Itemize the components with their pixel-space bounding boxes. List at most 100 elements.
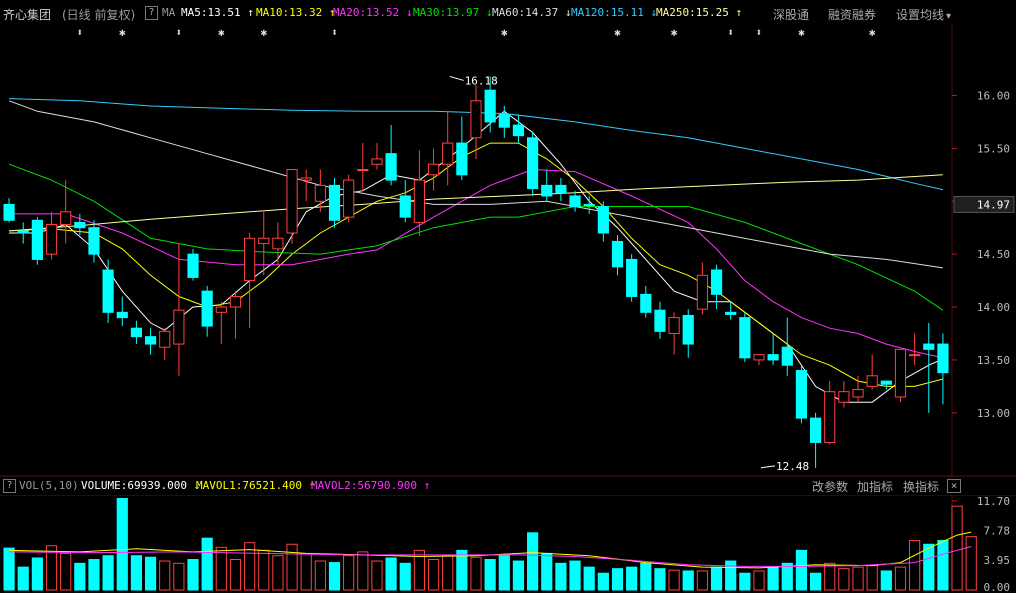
candle (173, 243, 185, 376)
ma20-arrow-icon: ↓ (405, 6, 413, 19)
volume-bar (300, 552, 312, 591)
volume-bar (781, 562, 793, 591)
volume-bar (795, 549, 808, 591)
volume-bar (31, 557, 43, 591)
candle (130, 320, 143, 345)
candle (357, 143, 369, 191)
candle-body (626, 258, 638, 297)
volume-bar (866, 565, 878, 591)
margin-trading-button[interactable]: 融资融券 (828, 6, 876, 23)
candle (442, 111, 454, 186)
candle-body (696, 274, 708, 310)
candle-body (215, 306, 227, 313)
volume-bar (541, 552, 553, 591)
volume-bar (852, 566, 864, 591)
volume-bar (314, 560, 326, 591)
candle (923, 322, 935, 413)
event-split-icon: ⬍ (727, 26, 734, 39)
volume-tick-label: 0.00 (984, 581, 1011, 593)
period-label[interactable]: (日线 前复权) (62, 6, 135, 23)
candle (824, 381, 836, 445)
event-split-icon: ⬍ (176, 26, 183, 39)
volume-bar (626, 566, 638, 591)
volume-tick-label: 11.70 (977, 495, 1010, 508)
candle (272, 222, 284, 265)
ma5-arrow-icon: ↑ (247, 6, 254, 19)
switch-indicator-button[interactable]: 换指标 (903, 478, 939, 495)
candle (696, 262, 708, 315)
candle-body (427, 163, 440, 176)
candle-body (88, 227, 100, 255)
add-indicator-button[interactable]: 加指标 (857, 478, 893, 495)
candle-body (343, 179, 355, 218)
candle (88, 220, 100, 263)
candle-body (512, 124, 525, 137)
volume-bar (130, 555, 143, 591)
volume-value: VOLUME:69939.000 ↓ (81, 479, 201, 492)
help-icon[interactable]: ? (145, 6, 158, 20)
candle (583, 195, 595, 214)
candle (258, 209, 270, 276)
candle (343, 174, 355, 223)
candle (371, 143, 383, 170)
event-star-icon: ✱ (614, 26, 621, 39)
candle (399, 180, 411, 223)
volume-bar (880, 570, 892, 591)
candle (626, 254, 638, 302)
candle (597, 201, 609, 242)
volume-chart[interactable]: 11.70 7.78 3.95 0.00 (0, 495, 1016, 593)
stock-name[interactable]: 齐心集团 (3, 6, 51, 23)
price-chart[interactable]: 16.0015.5015.0014.5014.0013.5013.0014.97… (0, 24, 1016, 477)
candle (45, 211, 58, 260)
volume-bar (173, 562, 185, 591)
volume-bar (88, 559, 100, 591)
close-icon[interactable]: × (947, 479, 961, 493)
volume-bar (739, 572, 751, 591)
ma-settings-button[interactable]: 设置均线 ▾ (896, 6, 951, 23)
candle-body (909, 354, 921, 357)
candle-body (852, 389, 864, 398)
candle-body (470, 100, 482, 139)
volume-bar (371, 560, 383, 591)
candle (17, 222, 29, 244)
event-star-icon: ✱ (119, 26, 126, 39)
volume-bar (710, 566, 723, 591)
volume-bar (144, 556, 157, 591)
volume-header: ? VOL(5,10) VOLUME:69939.000 ↓ MAVOL1:76… (0, 477, 1016, 495)
edit-params-button[interactable]: 改参数 (812, 478, 848, 495)
candle (611, 235, 624, 276)
event-star-icon: ✱ (671, 26, 678, 39)
ma10-value: MA10:13.32 ↑ (256, 6, 336, 19)
volume-bar (498, 555, 510, 591)
event-star-icon: ✱ (260, 26, 267, 39)
candle-body (272, 237, 284, 250)
candle-body (187, 253, 199, 278)
volume-bar (60, 552, 72, 591)
volume-bar (215, 546, 227, 591)
candle (654, 301, 666, 339)
volume-bar (343, 555, 355, 591)
volume-bar (951, 505, 963, 591)
candle-body (753, 354, 765, 361)
price-tick-label: 13.00 (977, 407, 1010, 420)
volume-bar (696, 570, 708, 591)
candle-body (527, 137, 539, 190)
event-split-icon: ⬍ (77, 26, 84, 39)
volume-bar (427, 559, 440, 591)
volume-bar (484, 559, 496, 591)
annotation-label: 16.18 (465, 74, 498, 87)
candle (116, 296, 128, 327)
event-star-icon: ✱ (869, 26, 876, 39)
volume-help-icon[interactable]: ? (3, 479, 16, 493)
ma20-line (9, 168, 944, 359)
candle-body (130, 327, 143, 338)
candle-body (159, 330, 171, 348)
candle-body (498, 114, 510, 128)
volume-bar (258, 549, 270, 591)
volume-bar (767, 566, 779, 591)
candle-body (300, 177, 312, 181)
candle-body (371, 158, 383, 165)
chevron-down-icon: ▾ (946, 11, 952, 22)
mavol2-arrow-icon: ↑ (423, 479, 431, 492)
shenzhen-connect-button[interactable]: 深股通 (773, 6, 809, 23)
